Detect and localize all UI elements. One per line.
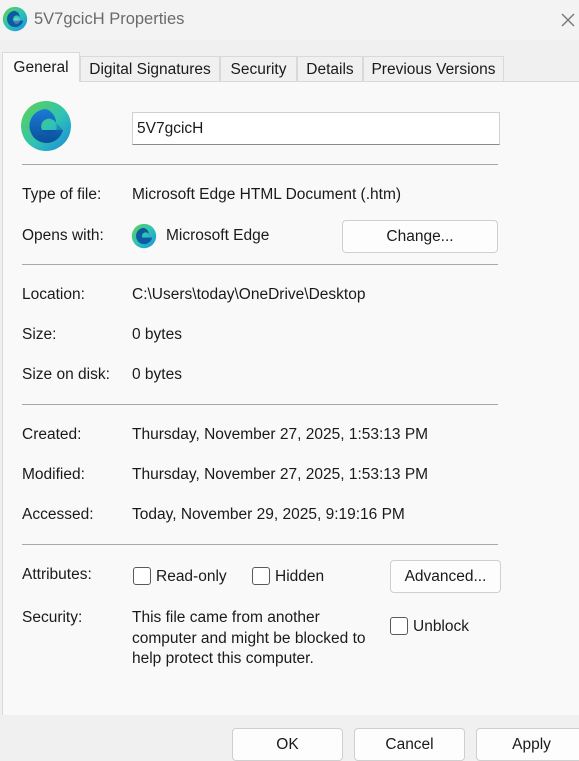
modified-value: Thursday, November 27, 2025, 1:53:13 PM: [132, 466, 429, 483]
unblock-label: Unblock: [413, 618, 469, 635]
separator: [22, 544, 498, 545]
tab-security[interactable]: Security: [220, 56, 297, 81]
created-value: Thursday, November 27, 2025, 1:53:13 PM: [132, 426, 429, 443]
size-value: 0 bytes: [132, 326, 182, 343]
file-name-field[interactable]: [132, 112, 500, 145]
modified-label: Modified:: [22, 466, 85, 483]
close-icon[interactable]: [556, 8, 579, 32]
change-button[interactable]: Change...: [342, 220, 498, 253]
accessed-label: Accessed:: [22, 506, 94, 523]
type-of-file-value: Microsoft Edge HTML Document (.htm): [132, 186, 402, 203]
security-label: Security:: [22, 609, 83, 626]
separator: [22, 164, 498, 165]
location-value: C:\Users\today\OneDrive\Desktop: [132, 286, 366, 303]
cancel-button[interactable]: Cancel: [354, 728, 465, 761]
tab-general[interactable]: General: [2, 52, 80, 82]
window-title: 5V7gcicH Properties: [34, 10, 185, 28]
created-label: Created:: [22, 426, 82, 443]
hidden-checkbox[interactable]: [252, 567, 270, 585]
tab-digital-signatures[interactable]: Digital Signatures: [80, 56, 220, 81]
size-on-disk-value: 0 bytes: [132, 366, 182, 383]
attributes-label: Attributes:: [22, 566, 92, 583]
microsoft-edge-icon: [21, 101, 71, 151]
microsoft-edge-icon: [2, 6, 28, 32]
tab-previous-versions[interactable]: Previous Versions: [363, 56, 504, 81]
microsoft-edge-icon: [131, 223, 157, 249]
security-message: This file came from another computer and…: [132, 609, 366, 667]
hidden-label: Hidden: [275, 568, 325, 585]
type-of-file-label: Type of file:: [22, 186, 102, 203]
title-bar: 5V7gcicH Properties: [0, 0, 579, 40]
read-only-checkbox[interactable]: [133, 567, 151, 585]
read-only-label: Read-only: [156, 568, 227, 585]
apply-button[interactable]: Apply: [476, 728, 579, 761]
accessed-value: Today, November 29, 2025, 9:19:16 PM: [132, 506, 405, 523]
advanced-button[interactable]: Advanced...: [390, 560, 501, 593]
ok-button[interactable]: OK: [232, 728, 343, 761]
unblock-checkbox[interactable]: [390, 617, 408, 635]
separator: [22, 264, 498, 265]
size-on-disk-label: Size on disk:: [22, 366, 110, 383]
size-label: Size:: [22, 326, 57, 343]
tab-strip: General Digital Signatures Security Deta…: [0, 52, 579, 82]
opens-with-label: Opens with:: [22, 227, 104, 244]
opens-with-value: Microsoft Edge: [166, 227, 270, 244]
location-label: Location:: [22, 286, 85, 303]
separator: [22, 404, 498, 405]
tab-details[interactable]: Details: [297, 56, 363, 81]
